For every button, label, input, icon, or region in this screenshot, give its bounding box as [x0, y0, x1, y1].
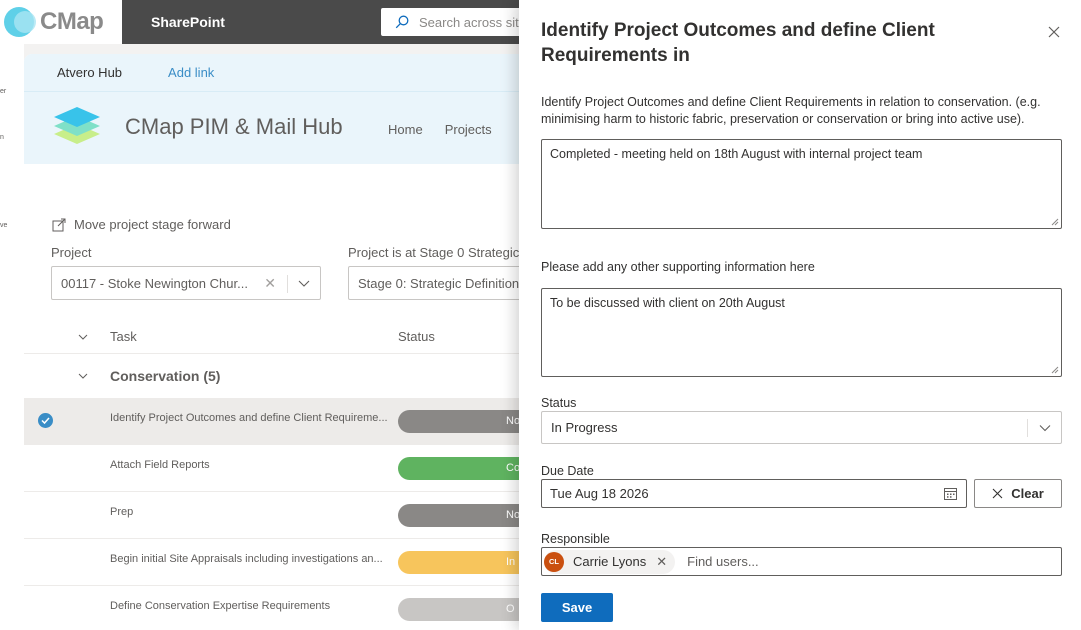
sharepoint-link[interactable]: SharePoint [151, 14, 225, 30]
logo-text: CMap [40, 8, 104, 35]
clear-date-button[interactable]: Clear [974, 479, 1062, 508]
persona-name: Carrie Lyons [573, 554, 647, 569]
table-header: Task Status [24, 320, 544, 354]
edit-task-panel: Identify Project Outcomes and define Cli… [519, 0, 1081, 630]
table-row[interactable]: Prep No [24, 492, 544, 539]
due-date-label: Due Date [541, 464, 594, 478]
stage-dropdown[interactable]: Stage 0: Strategic Definition [348, 266, 544, 300]
status-dropdown[interactable]: In Progress [541, 411, 1062, 444]
persona-chip[interactable]: CL Carrie Lyons ✕ [544, 549, 676, 574]
task-description: Identify Project Outcomes and define Cli… [541, 95, 1041, 126]
search-box[interactable]: Search across site [381, 8, 541, 36]
task-name: Begin initial Site Appraisals including … [110, 553, 383, 565]
response-value: Completed - meeting held on 18th August … [550, 147, 923, 161]
layers-logo-icon [54, 107, 100, 144]
move-stage-button[interactable]: Move project stage forward [52, 217, 231, 232]
app-bar-label[interactable]: er [0, 88, 6, 95]
close-icon[interactable] [1044, 22, 1064, 42]
task-name: Prep [110, 506, 134, 518]
panel-title: Identify Project Outcomes and define Cli… [541, 20, 935, 66]
group-title: Conservation (5) [110, 368, 221, 384]
left-app-bar: er n ve [0, 44, 24, 630]
search-placeholder: Search across site [419, 14, 526, 30]
site-header: CMap PIM & Mail Hub Home Projects [24, 92, 544, 164]
task-name: Identify Project Outcomes and define Cli… [110, 412, 388, 424]
response-textarea[interactable]: Completed - meeting held on 18th August … [541, 139, 1062, 229]
status-value: In Progress [551, 420, 618, 435]
stage-label: Project is at Stage 0 Strategic D [348, 245, 533, 260]
supporting-info-textarea[interactable]: To be discussed with client on 20th Augu… [541, 288, 1062, 377]
site-menu: Home Projects [388, 122, 492, 137]
share-arrow-icon [52, 218, 66, 231]
stage-value: Stage 0: Strategic Definition [358, 275, 520, 291]
table-row[interactable]: Define Conservation Expertise Requiremen… [24, 586, 544, 630]
table-row[interactable]: Identify Project Outcomes and define Cli… [24, 398, 544, 445]
chevron-down-icon[interactable] [78, 372, 88, 380]
add-link[interactable]: Add link [168, 65, 214, 80]
calendar-icon[interactable] [944, 487, 957, 500]
site-title[interactable]: CMap PIM & Mail Hub [125, 114, 343, 140]
project-value: 00117 - Stoke Newington Chur... [61, 275, 248, 291]
hub-site: Atvero Hub Add link CMap PIM & Mail Hub … [24, 54, 544, 630]
project-combobox[interactable]: 00117 - Stoke Newington Chur... ✕ [51, 266, 321, 300]
remove-person-icon[interactable]: ✕ [656, 554, 667, 570]
hub-link[interactable]: Atvero Hub [57, 65, 122, 80]
status-label: Status [541, 396, 577, 410]
due-date-picker[interactable]: Tue Aug 18 2026 [541, 479, 967, 508]
app-bar-label[interactable]: ve [0, 222, 7, 229]
resize-grip-icon[interactable] [1051, 218, 1059, 226]
column-status[interactable]: Status [398, 329, 435, 344]
resize-grip-icon[interactable] [1051, 366, 1059, 374]
project-label: Project [51, 245, 92, 260]
dropdown-divider [1027, 419, 1028, 437]
menu-home[interactable]: Home [388, 122, 423, 137]
cmap-logo[interactable]: CMap [0, 0, 122, 44]
save-button[interactable]: Save [541, 593, 613, 622]
column-task[interactable]: Task [110, 329, 137, 344]
responsible-label: Responsible [541, 532, 610, 546]
supporting-info-value: To be discussed with client on 20th Augu… [550, 296, 785, 310]
chevron-down-icon[interactable] [298, 276, 310, 290]
clear-icon[interactable]: ✕ [264, 275, 276, 292]
hub-navigation: Atvero Hub Add link [24, 54, 544, 92]
supporting-info-label: Please add any other supporting informat… [541, 260, 815, 274]
move-stage-label: Move project stage forward [74, 217, 231, 232]
task-name: Define Conservation Expertise Requiremen… [110, 600, 331, 612]
group-header[interactable]: Conservation (5) [24, 354, 544, 398]
task-name: Attach Field Reports [110, 459, 210, 471]
people-search-placeholder[interactable]: Find users... [687, 554, 759, 569]
due-date-value: Tue Aug 18 2026 [550, 486, 649, 501]
chevron-down-icon[interactable] [78, 333, 88, 341]
search-icon [395, 15, 409, 29]
app-bar-label[interactable]: n [0, 134, 4, 141]
table-row[interactable]: Attach Field Reports Co [24, 445, 544, 492]
cmap-logo-icon [4, 7, 36, 37]
close-icon [992, 488, 1003, 499]
combo-divider [287, 275, 288, 293]
check-circle-icon[interactable] [38, 413, 53, 428]
avatar: CL [544, 551, 564, 572]
table-row[interactable]: Begin initial Site Appraisals including … [24, 539, 544, 586]
people-picker[interactable]: CL Carrie Lyons ✕ Find users... [541, 547, 1062, 576]
clear-label: Clear [1011, 486, 1044, 501]
menu-projects[interactable]: Projects [445, 122, 492, 137]
chevron-down-icon[interactable] [1039, 422, 1051, 434]
